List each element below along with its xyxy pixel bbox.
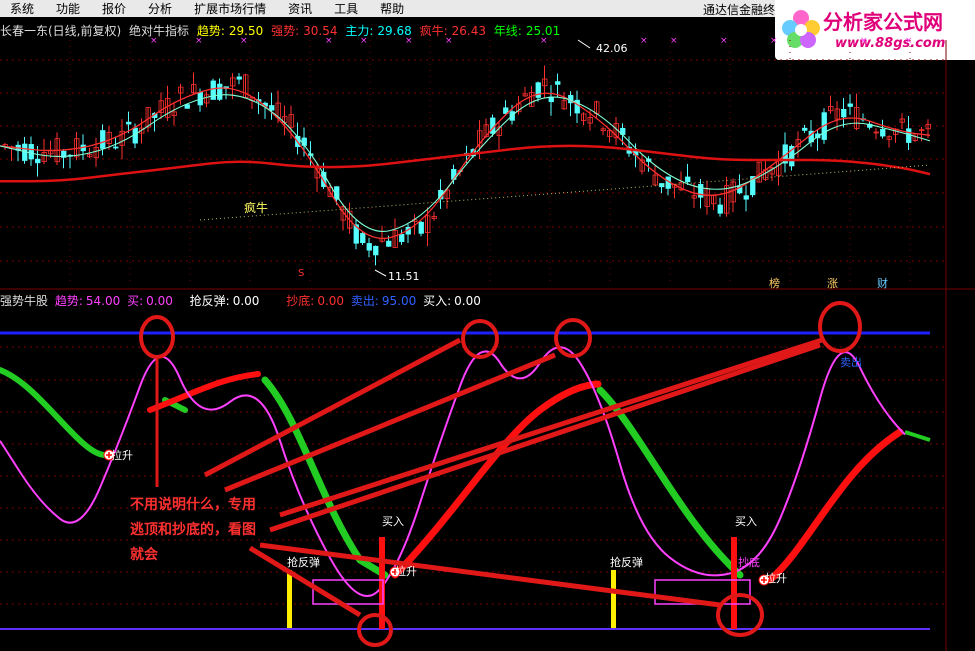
- up-label-3: 拉升: [765, 571, 787, 585]
- candle-body: [555, 81, 561, 85]
- candle-body: [269, 105, 275, 111]
- candle-body: [113, 146, 119, 149]
- candlestick-series: [2, 65, 931, 266]
- top-marker: ×: [640, 36, 648, 46]
- high-arrow: [577, 39, 591, 49]
- candle-body: [802, 127, 808, 131]
- main-lines: [0, 39, 931, 277]
- candle-body: [847, 103, 853, 107]
- rebound-label-1: 抢反弹: [287, 555, 320, 569]
- buy-bar-2: [731, 537, 737, 629]
- candle-body: [126, 121, 132, 125]
- up-label-1: 拉升: [111, 448, 133, 462]
- candle-body: [217, 83, 223, 100]
- candle-body: [386, 240, 392, 247]
- top-marker: ×: [325, 36, 333, 46]
- low-arrow: [374, 269, 387, 277]
- candle-body: [35, 158, 41, 164]
- top-marker: ×: [860, 36, 868, 46]
- top-marker: ×: [405, 36, 413, 46]
- crazy-bull-text: 疯牛: [244, 200, 268, 215]
- pointer-line: [279, 337, 823, 518]
- candle-body: [360, 233, 366, 244]
- buy-label-2: 买入: [735, 515, 757, 528]
- candle-body: [743, 195, 749, 200]
- highlight-circle: [818, 301, 862, 353]
- s-marker: S: [298, 268, 304, 279]
- rebound-bar-2: [611, 570, 616, 628]
- top-marker: ×: [670, 36, 678, 46]
- red-band-3: [766, 428, 904, 584]
- up-label-2: 拉升: [395, 564, 417, 578]
- tag-cai: 财: [877, 276, 888, 290]
- candle-body: [28, 144, 34, 160]
- candle-body: [841, 108, 847, 118]
- top-marker: ×: [150, 36, 158, 46]
- top-marker: ×: [195, 36, 203, 46]
- highlight-circle: [554, 318, 592, 358]
- top-marker: ×: [540, 36, 548, 46]
- highlight-circle: [461, 319, 499, 359]
- highlight-circle: [139, 315, 175, 359]
- top-marker: ×: [905, 36, 913, 46]
- top-marker: ×: [770, 36, 778, 46]
- annotation-text: 不用说明什么，专用 逃顶和抄底的，看图 就会: [130, 497, 256, 563]
- high-price-label: 42.06: [596, 42, 628, 55]
- candle-body: [906, 128, 912, 143]
- buy-label-1: 买入: [382, 515, 404, 528]
- candle-body: [418, 221, 424, 234]
- rebound-label-2: 抢反弹: [610, 555, 643, 569]
- green-band-4: [904, 430, 931, 442]
- tag-zhang: 涨: [827, 277, 838, 290]
- candle-body: [880, 129, 886, 137]
- green-band-3: [596, 386, 744, 579]
- top-marker: ×: [720, 36, 728, 46]
- candle-body: [373, 245, 379, 256]
- candle-body: [236, 76, 242, 80]
- candle-body: [184, 104, 190, 109]
- candle-body: [100, 130, 106, 149]
- sub-chart: [0, 331, 931, 630]
- low-price-label: 11.51: [388, 270, 420, 283]
- top-marker: ×: [445, 36, 453, 46]
- sell-label: 卖出: [840, 355, 862, 369]
- top-marker: ×: [240, 36, 248, 46]
- candle-body: [366, 243, 372, 251]
- top-marker: ×: [360, 36, 368, 46]
- candle-body: [399, 233, 405, 243]
- bottom-label: 抄底: [738, 555, 760, 569]
- candle-body: [717, 204, 723, 214]
- candle-body: [685, 176, 691, 183]
- tag-bang: 榜: [769, 276, 780, 290]
- red-band-1: [147, 371, 261, 413]
- rebound-bar-1: [287, 570, 292, 628]
